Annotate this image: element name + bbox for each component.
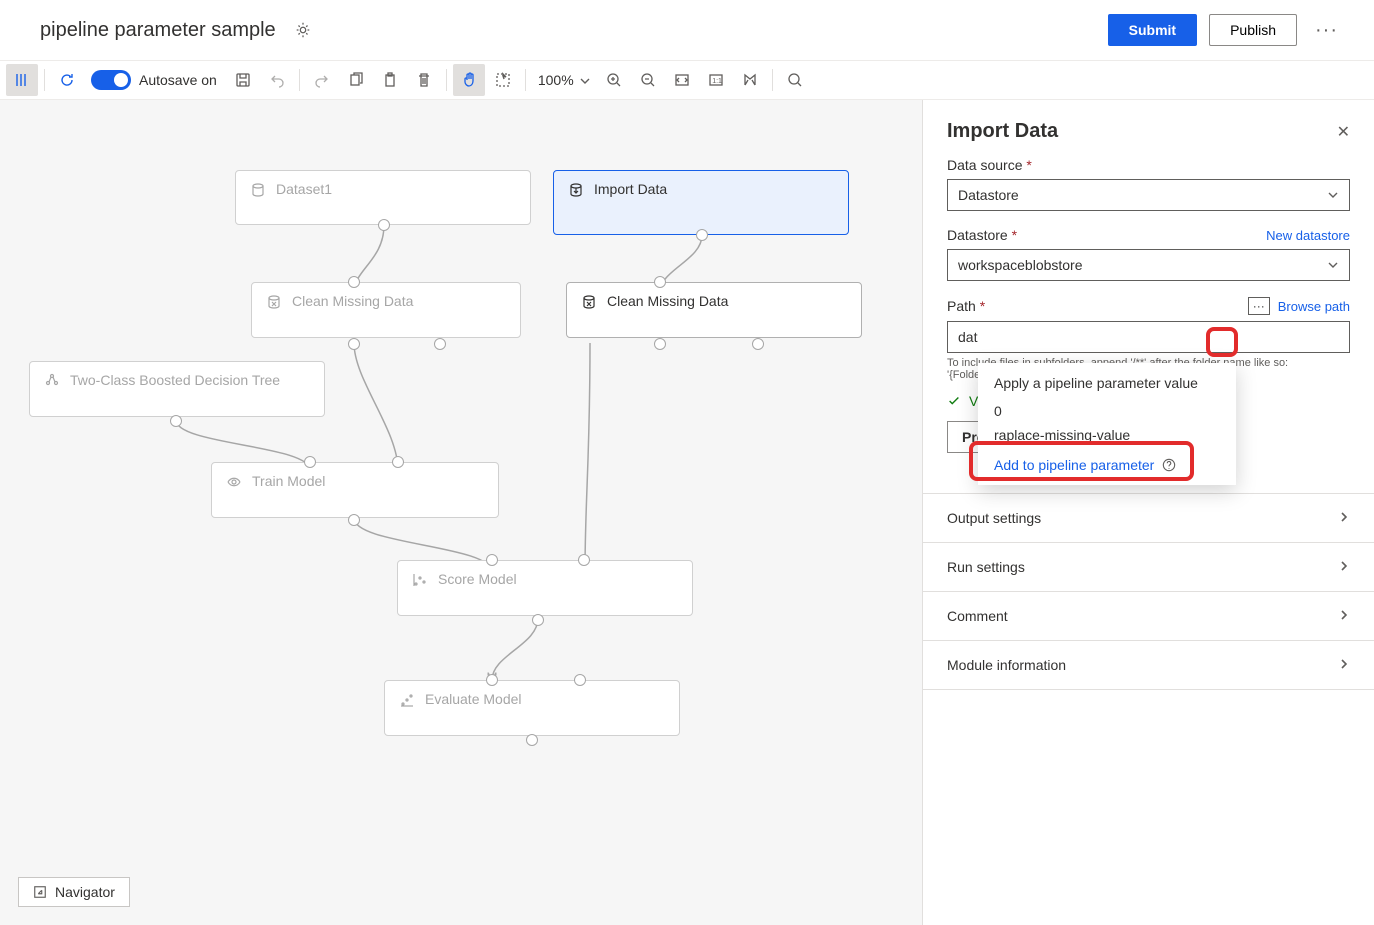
toolbar: Autosave on 100% 1:1 bbox=[0, 60, 1374, 100]
save-icon[interactable] bbox=[227, 64, 259, 96]
zoom-fit-icon[interactable] bbox=[666, 64, 698, 96]
port[interactable] bbox=[348, 338, 360, 350]
copy-icon[interactable] bbox=[340, 64, 372, 96]
undo-icon[interactable] bbox=[261, 64, 293, 96]
menu-item-1[interactable]: raplace-missing-value bbox=[978, 423, 1236, 447]
node-boosted-tree[interactable]: Two-Class Boosted Decision Tree bbox=[29, 361, 325, 417]
clean-icon bbox=[266, 294, 282, 310]
port[interactable] bbox=[392, 456, 404, 468]
search-icon[interactable] bbox=[779, 64, 811, 96]
zoom-display[interactable]: 100% bbox=[532, 72, 596, 88]
port[interactable] bbox=[348, 514, 360, 526]
evaluate-icon bbox=[399, 692, 415, 708]
paste-icon[interactable] bbox=[374, 64, 406, 96]
header: pipeline parameter sample Submit Publish… bbox=[0, 0, 1374, 60]
menu-item-0[interactable]: 0 bbox=[978, 399, 1236, 423]
train-icon bbox=[226, 474, 242, 490]
header-right: Submit Publish ··· bbox=[1108, 14, 1344, 46]
canvas[interactable]: Dataset1 Import Data Clean Missing Data … bbox=[0, 100, 922, 925]
data-source-select[interactable]: Datastore bbox=[947, 179, 1350, 211]
close-icon[interactable]: ✕ bbox=[1337, 122, 1350, 142]
help-icon bbox=[1162, 458, 1176, 472]
port[interactable] bbox=[486, 674, 498, 686]
refresh-icon[interactable] bbox=[51, 64, 83, 96]
port[interactable] bbox=[378, 219, 390, 231]
panel-title: Import Data bbox=[947, 120, 1058, 143]
node-clean-missing-b[interactable]: Clean Missing Data bbox=[566, 282, 862, 338]
node-score-model[interactable]: Score Model bbox=[397, 560, 693, 616]
node-train-model[interactable]: Train Model bbox=[211, 462, 499, 518]
datastore-select[interactable]: workspaceblobstore bbox=[947, 249, 1350, 281]
add-to-pipeline-parameter[interactable]: Add to pipeline parameter bbox=[978, 447, 1236, 479]
path-input[interactable]: dat bbox=[947, 321, 1350, 353]
main: Dataset1 Import Data Clean Missing Data … bbox=[0, 100, 1374, 925]
section-module-information[interactable]: Module information bbox=[923, 640, 1374, 690]
node-clean-missing-a[interactable]: Clean Missing Data bbox=[251, 282, 521, 338]
pan-icon[interactable] bbox=[453, 64, 485, 96]
node-import-data[interactable]: Import Data bbox=[553, 170, 849, 235]
chevron-right-icon bbox=[1338, 657, 1350, 673]
zoom-out-icon[interactable] bbox=[632, 64, 664, 96]
svg-text:1:1: 1:1 bbox=[712, 78, 722, 85]
port[interactable] bbox=[578, 554, 590, 566]
browse-path-link[interactable]: Browse path bbox=[1278, 299, 1350, 314]
redo-icon[interactable] bbox=[306, 64, 338, 96]
import-icon bbox=[568, 182, 584, 198]
port[interactable] bbox=[434, 338, 446, 350]
left-panel-toggle-icon[interactable] bbox=[6, 64, 38, 96]
node-dataset1[interactable]: Dataset1 bbox=[235, 170, 531, 225]
chevron-right-icon bbox=[1338, 510, 1350, 526]
autosave-toggle[interactable] bbox=[91, 70, 131, 90]
section-comment[interactable]: Comment bbox=[923, 591, 1374, 640]
port[interactable] bbox=[574, 674, 586, 686]
pipeline-parameter-menu: Apply a pipeline parameter value 0 rapla… bbox=[978, 363, 1236, 485]
port[interactable] bbox=[654, 276, 666, 288]
select-icon[interactable] bbox=[487, 64, 519, 96]
port[interactable] bbox=[752, 338, 764, 350]
tree-icon bbox=[44, 373, 60, 389]
new-datastore-link[interactable]: New datastore bbox=[1266, 228, 1350, 243]
section-run-settings[interactable]: Run settings bbox=[923, 542, 1374, 591]
menu-header: Apply a pipeline parameter value bbox=[978, 369, 1236, 399]
path-label: Path bbox=[947, 298, 985, 314]
check-icon bbox=[947, 394, 961, 408]
port[interactable] bbox=[486, 554, 498, 566]
port[interactable] bbox=[170, 415, 182, 427]
data-source-label: Data source bbox=[947, 157, 1032, 173]
gear-icon[interactable] bbox=[294, 21, 312, 39]
node-evaluate-model[interactable]: Evaluate Model bbox=[384, 680, 680, 736]
chevron-right-icon bbox=[1338, 608, 1350, 624]
section-output-settings[interactable]: Output settings bbox=[923, 493, 1374, 542]
submit-button[interactable]: Submit bbox=[1108, 14, 1197, 46]
chevron-right-icon bbox=[1338, 559, 1350, 575]
port[interactable] bbox=[304, 456, 316, 468]
datastore-label: Datastore bbox=[947, 227, 1017, 243]
autosave-label: Autosave on bbox=[139, 72, 217, 88]
path-more-icon[interactable]: ··· bbox=[1248, 297, 1270, 315]
port[interactable] bbox=[654, 338, 666, 350]
publish-button[interactable]: Publish bbox=[1209, 14, 1297, 46]
navigator-button[interactable]: Navigator bbox=[18, 877, 130, 907]
delete-icon[interactable] bbox=[408, 64, 440, 96]
page-title: pipeline parameter sample bbox=[40, 19, 276, 42]
clean-icon bbox=[581, 294, 597, 310]
more-icon[interactable]: ··· bbox=[1309, 19, 1344, 42]
port[interactable] bbox=[348, 276, 360, 288]
zoom-actual-icon[interactable]: 1:1 bbox=[700, 64, 732, 96]
port[interactable] bbox=[532, 614, 544, 626]
port[interactable] bbox=[696, 229, 708, 241]
header-left: pipeline parameter sample bbox=[40, 19, 312, 42]
port[interactable] bbox=[526, 734, 538, 746]
right-panel: Import Data ✕ Data source Datastore Data… bbox=[922, 100, 1374, 925]
database-icon bbox=[250, 182, 266, 198]
score-icon bbox=[412, 572, 428, 588]
auto-layout-icon[interactable] bbox=[734, 64, 766, 96]
zoom-in-icon[interactable] bbox=[598, 64, 630, 96]
